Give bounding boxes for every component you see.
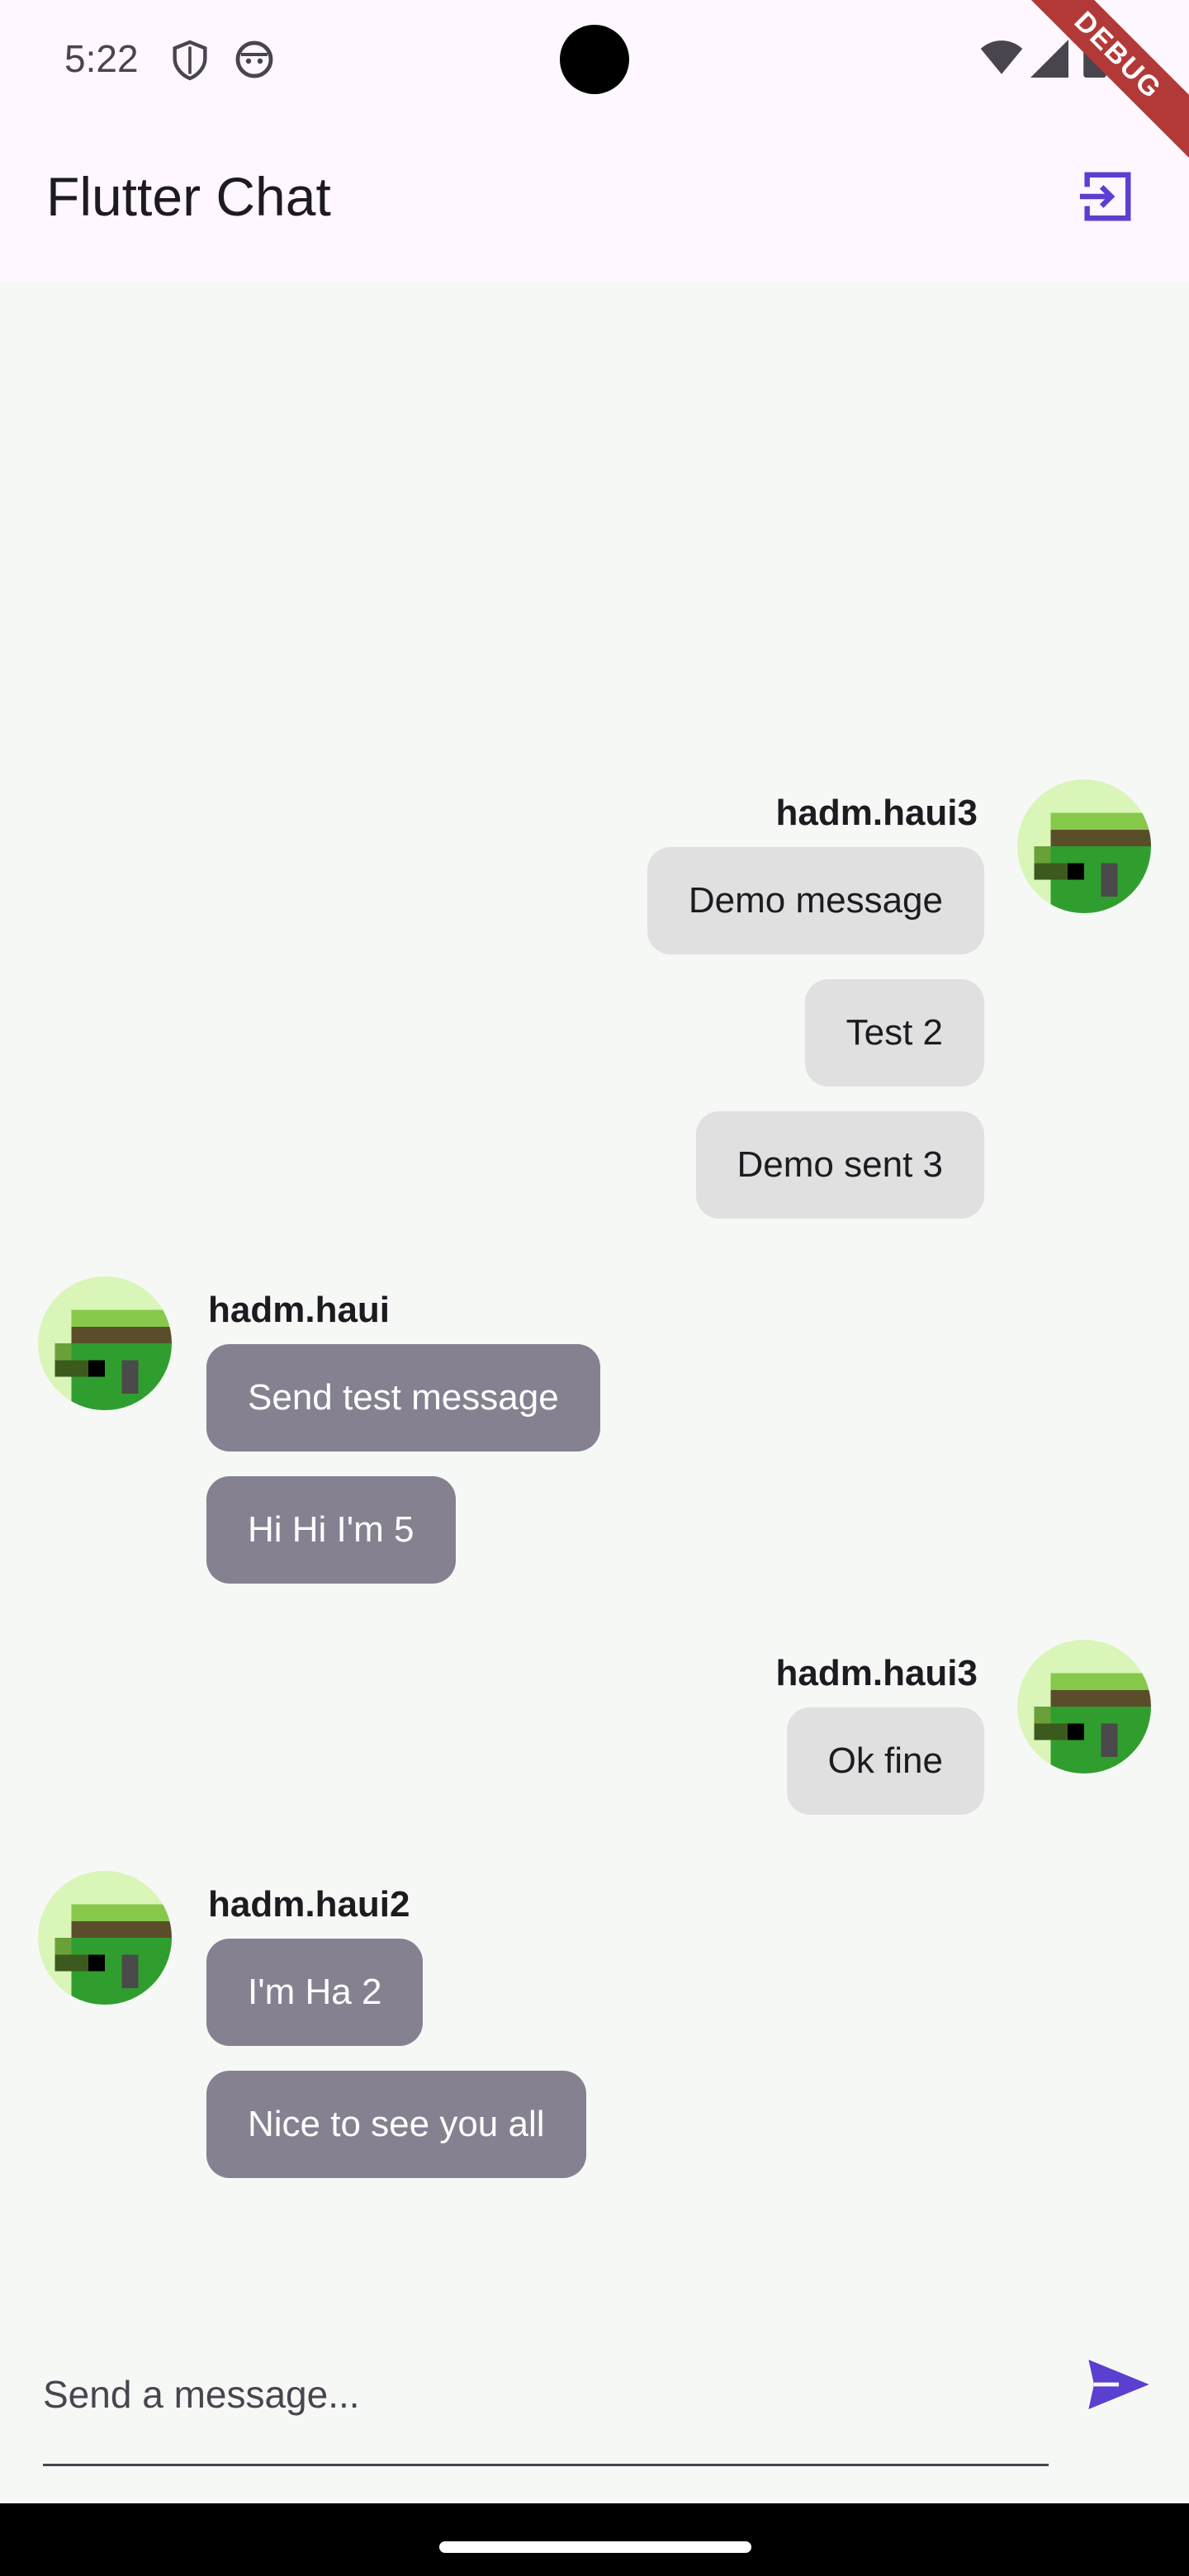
- app-bar: 5:22 DEBUG Flutter Chat: [0, 0, 1189, 282]
- logout-icon: [1078, 168, 1135, 230]
- send-button[interactable]: [1082, 2353, 1156, 2419]
- sender-name: hadm.haui2: [208, 1884, 410, 1925]
- message-composer: [43, 2312, 1049, 2469]
- message-bubble[interactable]: Demo sent 3: [695, 1111, 984, 1219]
- avatar: [1017, 1640, 1151, 1773]
- message-bubble[interactable]: I'm Ha 2: [206, 1939, 424, 2046]
- avatar: [38, 1871, 172, 2005]
- home-handle[interactable]: [439, 2541, 751, 2553]
- message-bubble[interactable]: Hi Hi I'm 5: [206, 1476, 456, 1584]
- camera-cutout: [560, 25, 629, 94]
- avatar: [1017, 779, 1151, 913]
- sender-name: hadm.haui3: [775, 793, 978, 833]
- message-bubble[interactable]: Test 2: [804, 979, 984, 1087]
- status-time: 5:22: [64, 37, 139, 80]
- system-nav-bar: [0, 2503, 1189, 2576]
- message-bubble[interactable]: Demo message: [647, 847, 984, 954]
- page-title: Flutter Chat: [46, 166, 331, 227]
- message-list[interactable]: hadm.haui3 Demo message Test 2 Demo sent…: [0, 282, 1189, 2503]
- sender-name: hadm.haui: [208, 1290, 391, 1330]
- message-bubble[interactable]: Ok fine: [786, 1707, 984, 1815]
- message-bubble[interactable]: Send test message: [206, 1344, 600, 1451]
- sender-name: hadm.haui3: [775, 1653, 978, 1693]
- shield-icon: [172, 40, 208, 85]
- input-underline: [43, 2464, 1049, 2466]
- signal-icon: [1030, 40, 1068, 82]
- face-icon: [234, 40, 274, 83]
- logout-button[interactable]: [1073, 165, 1139, 231]
- debug-banner: DEBUG: [1002, 0, 1189, 171]
- message-bubble[interactable]: Nice to see you all: [206, 2071, 586, 2178]
- wifi-icon: [979, 40, 1024, 80]
- message-input[interactable]: [43, 2361, 1049, 2427]
- send-icon: [1086, 2356, 1152, 2417]
- avatar: [38, 1276, 172, 1410]
